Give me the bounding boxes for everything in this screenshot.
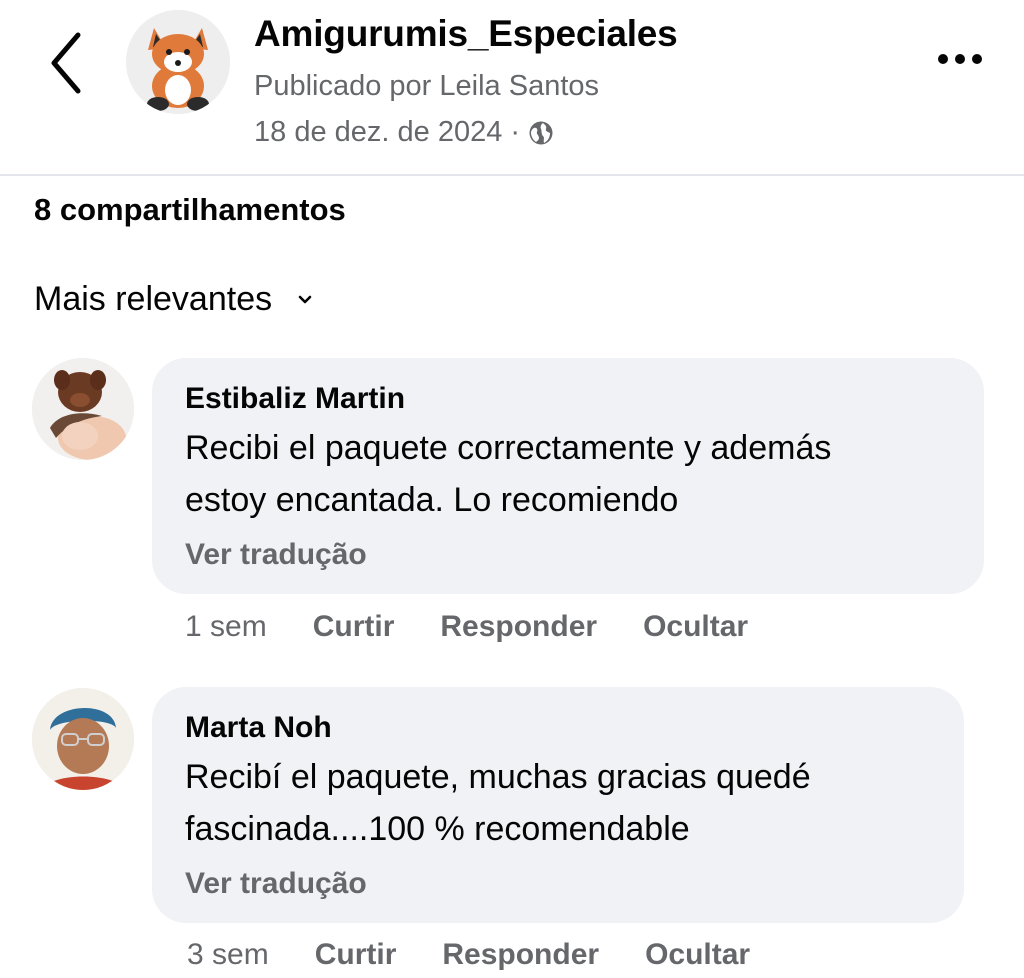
comment-text-line: Recibí el paquete, muchas gracias quedé — [185, 758, 811, 796]
comment-age[interactable]: 1 sem — [185, 610, 267, 644]
more-dots-icon — [938, 54, 982, 64]
header-divider — [0, 174, 1024, 176]
chevron-left-icon — [51, 32, 81, 94]
comment-author[interactable]: Estibaliz Martin — [185, 382, 405, 416]
sort-dropdown[interactable]: Mais relevantes — [34, 280, 312, 319]
fox-amigurumi-image — [126, 10, 230, 114]
page-avatar[interactable] — [126, 10, 230, 114]
see-translation-link[interactable]: Ver tradução — [185, 538, 367, 572]
user-photo — [32, 688, 134, 790]
reply-button[interactable]: Responder — [442, 938, 599, 972]
post-meta: 18 de dez. de 2024 · — [254, 116, 554, 149]
page-name[interactable]: Amigurumis_Especiales — [254, 13, 678, 55]
comment-text-line: fascinada....100 % recomendable — [185, 810, 690, 848]
comment-actions: 1 sem Curtir Responder Ocultar — [185, 610, 794, 644]
see-translation-link[interactable]: Ver tradução — [185, 867, 367, 901]
chevron-down-icon — [298, 295, 312, 303]
hide-button[interactable]: Ocultar — [643, 610, 748, 644]
meta-separator: · — [510, 116, 520, 148]
like-button[interactable]: Curtir — [315, 938, 397, 972]
like-button[interactable]: Curtir — [313, 610, 395, 644]
comment-avatar[interactable] — [32, 358, 134, 460]
shares-count[interactable]: 8 compartilhamentos — [34, 192, 346, 228]
comment-avatar[interactable] — [32, 688, 134, 790]
comment-text-line: estoy encantada. Lo recomiendo — [185, 481, 679, 519]
comment-author[interactable]: Marta Noh — [185, 711, 332, 745]
more-options-button[interactable] — [928, 36, 992, 82]
globe-icon — [529, 121, 553, 144]
post-byline: Publicado por Leila Santos — [254, 70, 600, 102]
comment-text-line: Recibi el paquete correctamente y además — [185, 429, 832, 467]
hide-button[interactable]: Ocultar — [645, 938, 750, 972]
post-date[interactable]: 18 de dez. de 2024 — [254, 116, 502, 149]
user-photo — [32, 358, 134, 460]
sort-label: Mais relevantes — [34, 280, 273, 318]
comment-age[interactable]: 3 sem — [187, 938, 269, 972]
comment-bubble: Estibaliz Martin Recibi el paquete corre… — [152, 358, 984, 594]
back-button[interactable] — [36, 24, 96, 102]
comment-bubble: Marta Noh Recibí el paquete, muchas grac… — [152, 687, 964, 923]
comment-actions: 3 sem Curtir Responder Ocultar — [187, 938, 796, 972]
reply-button[interactable]: Responder — [440, 610, 597, 644]
